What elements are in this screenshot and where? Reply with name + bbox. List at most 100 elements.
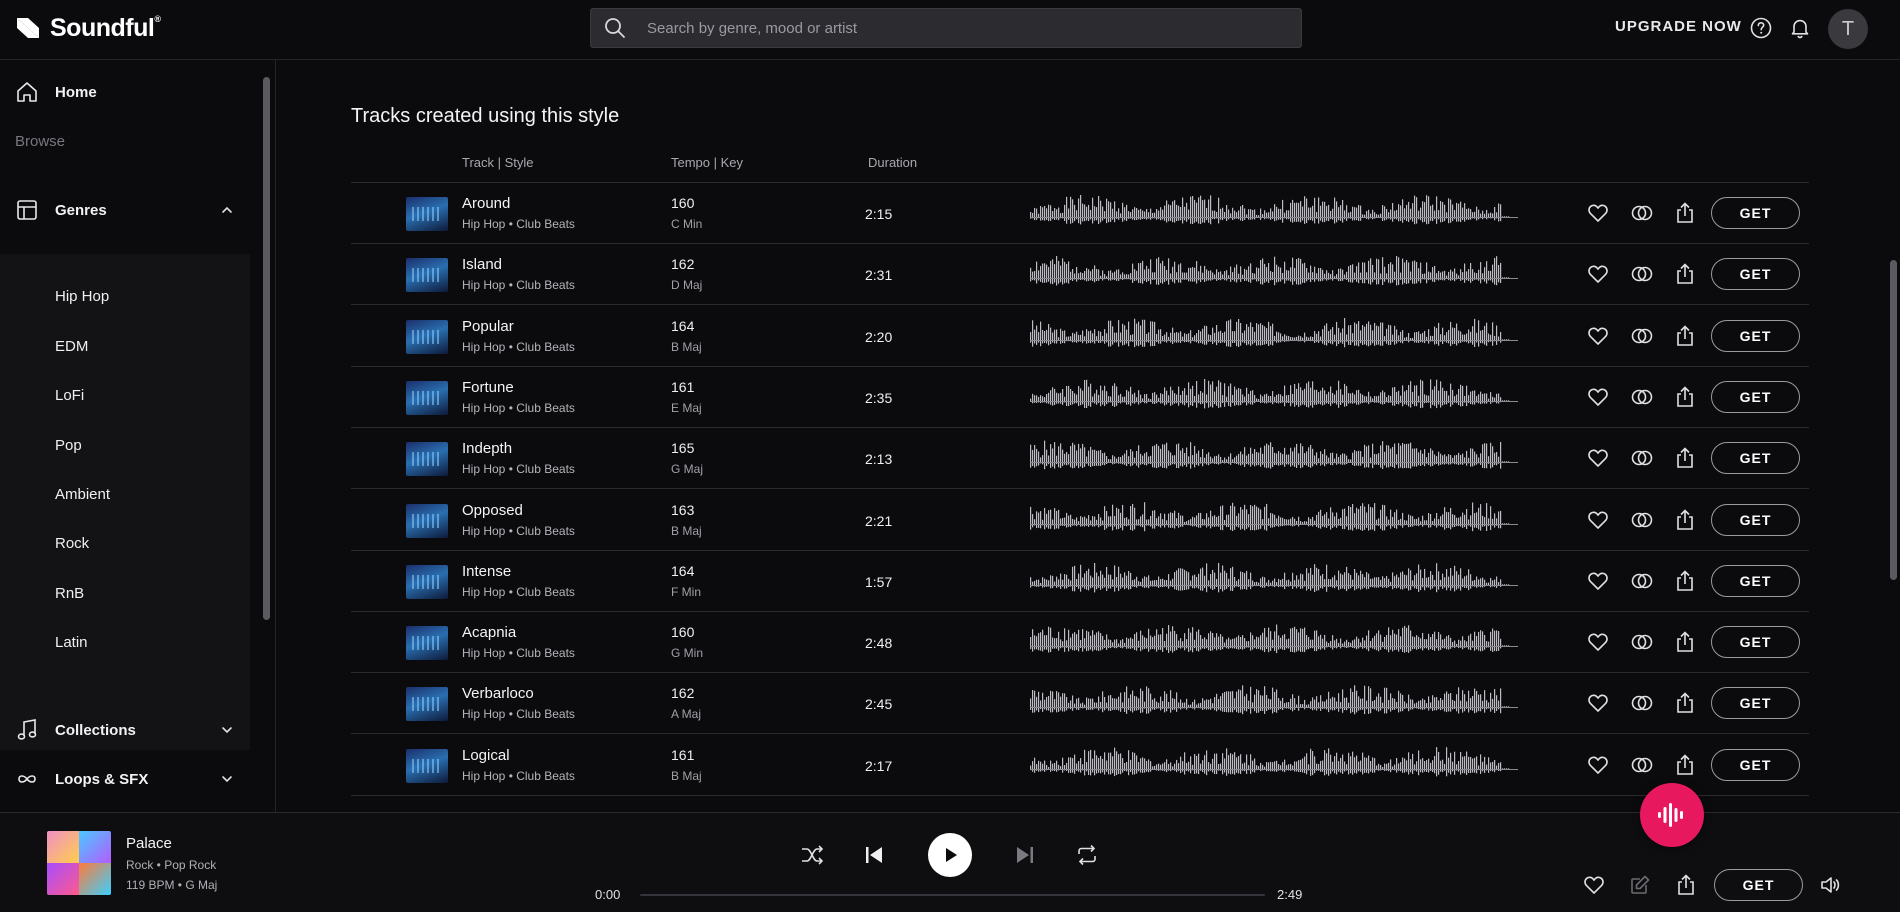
share-icon[interactable]: [1673, 262, 1697, 286]
share-icon[interactable]: [1673, 385, 1697, 409]
user-avatar[interactable]: T: [1828, 9, 1868, 49]
shuffle-icon[interactable]: [799, 842, 825, 868]
track-row[interactable]: Island Hip Hop • Club Beats 162 D Maj 2:31 GE…: [351, 244, 1809, 306]
track-artwork[interactable]: [406, 687, 448, 722]
share-icon[interactable]: [1673, 691, 1697, 715]
heart-icon[interactable]: [1586, 446, 1610, 470]
stems-icon[interactable]: [1630, 446, 1654, 470]
track-row[interactable]: Acapnia Hip Hop • Club Beats 160 G Min 2:48 G…: [351, 612, 1809, 674]
stems-icon[interactable]: [1630, 262, 1654, 286]
search-input[interactable]: [647, 19, 1247, 37]
track-row[interactable]: Intense Hip Hop • Club Beats 164 F Min 1:57 G…: [351, 551, 1809, 612]
track-waveform[interactable]: [1030, 685, 1518, 723]
heart-icon[interactable]: [1586, 691, 1610, 715]
get-button[interactable]: GET: [1711, 503, 1800, 536]
track-waveform[interactable]: [1030, 317, 1518, 356]
track-row[interactable]: Verbarloco Hip Hop • Club Beats 162 A Maj 2:…: [351, 673, 1809, 735]
share-icon[interactable]: [1673, 753, 1697, 777]
heart-icon[interactable]: [1586, 262, 1610, 286]
upgrade-now-button[interactable]: UPGRADE NOW: [1615, 18, 1742, 35]
track-waveform[interactable]: [1030, 440, 1518, 478]
genre-item-ambient[interactable]: Ambient: [55, 486, 110, 503]
column-header-track-style[interactable]: Track | Style: [462, 155, 534, 170]
chevron-up-icon[interactable]: [218, 201, 236, 219]
track-waveform[interactable]: [1030, 501, 1518, 540]
heart-icon[interactable]: [1586, 324, 1610, 348]
get-button[interactable]: GET: [1711, 319, 1800, 352]
share-icon[interactable]: [1673, 324, 1697, 348]
heart-icon[interactable]: [1586, 508, 1610, 532]
track-artwork[interactable]: [406, 197, 448, 231]
track-artwork[interactable]: [406, 258, 448, 293]
create-track-button[interactable]: [1640, 783, 1704, 847]
track-name[interactable]: Fortune: [462, 379, 514, 396]
get-button[interactable]: GET: [1711, 380, 1800, 413]
heart-icon[interactable]: [1586, 753, 1610, 777]
edit-icon[interactable]: [1628, 873, 1652, 897]
share-icon[interactable]: [1673, 569, 1697, 593]
get-button[interactable]: GET: [1711, 626, 1800, 659]
stems-icon[interactable]: [1630, 508, 1654, 532]
sidebar-item-genres[interactable]: Genres: [0, 190, 250, 230]
help-icon[interactable]: [1749, 16, 1773, 40]
now-playing-title[interactable]: Palace: [126, 835, 172, 852]
column-header-tempo-key[interactable]: Tempo | Key: [671, 155, 743, 170]
track-row[interactable]: Popular Hip Hop • Club Beats 164 B Maj 2:20 G…: [351, 306, 1809, 367]
track-name[interactable]: Opposed: [462, 502, 523, 519]
progress-slider[interactable]: [640, 894, 1265, 896]
stems-icon[interactable]: [1630, 201, 1654, 225]
repeat-icon[interactable]: [1074, 842, 1100, 868]
track-name[interactable]: Logical: [462, 747, 510, 764]
genre-item-pop[interactable]: Pop: [55, 437, 82, 454]
play-button[interactable]: [928, 833, 972, 877]
get-button[interactable]: GET: [1711, 687, 1800, 720]
stems-icon[interactable]: [1630, 691, 1654, 715]
heart-icon[interactable]: [1586, 569, 1610, 593]
sidebar-scrollbar[interactable]: [263, 77, 270, 620]
track-row[interactable]: Around Hip Hop • Club Beats 160 C Min 2:15 GE…: [351, 183, 1809, 244]
track-name[interactable]: Around: [462, 195, 510, 212]
track-waveform[interactable]: [1030, 624, 1518, 662]
track-row[interactable]: Logical Hip Hop • Club Beats 161 B Maj 2:17 G…: [351, 735, 1809, 796]
track-artwork[interactable]: [406, 748, 448, 783]
sidebar-item-collections[interactable]: Collections: [0, 710, 250, 750]
track-artwork[interactable]: [406, 626, 448, 661]
search-bar[interactable]: [590, 8, 1302, 48]
now-playing-artwork[interactable]: [47, 831, 111, 895]
track-name[interactable]: Verbarloco: [462, 685, 534, 702]
heart-icon[interactable]: [1586, 385, 1610, 409]
track-artwork[interactable]: [406, 442, 448, 477]
genre-item-hip-hop[interactable]: Hip Hop: [55, 288, 109, 305]
brand-logo[interactable]: Soundful®: [14, 13, 161, 43]
get-button[interactable]: GET: [1711, 197, 1800, 229]
share-icon[interactable]: [1674, 873, 1698, 897]
track-name[interactable]: Popular: [462, 318, 514, 335]
sidebar-item-loops-sfx[interactable]: Loops & SFX: [0, 759, 250, 799]
track-name[interactable]: Island: [462, 256, 502, 273]
track-artwork[interactable]: [406, 564, 448, 599]
track-artwork[interactable]: [406, 380, 448, 415]
stems-icon[interactable]: [1630, 569, 1654, 593]
heart-icon[interactable]: [1586, 201, 1610, 225]
genre-item-latin[interactable]: Latin: [55, 634, 88, 651]
stems-icon[interactable]: [1630, 630, 1654, 654]
share-icon[interactable]: [1673, 630, 1697, 654]
main-scrollbar[interactable]: [1890, 260, 1897, 580]
chevron-down-icon[interactable]: [218, 721, 236, 739]
track-waveform[interactable]: [1030, 195, 1518, 233]
sidebar-item-home[interactable]: Home: [0, 72, 250, 112]
genre-item-edm[interactable]: EDM: [55, 338, 88, 355]
bell-icon[interactable]: [1788, 16, 1812, 40]
track-artwork[interactable]: [406, 503, 448, 538]
stems-icon[interactable]: [1630, 753, 1654, 777]
get-button[interactable]: GET: [1711, 748, 1800, 781]
get-button[interactable]: GET: [1711, 564, 1800, 597]
previous-icon[interactable]: [861, 842, 887, 868]
column-header-duration[interactable]: Duration: [868, 155, 917, 170]
chevron-down-icon[interactable]: [218, 770, 236, 788]
heart-icon[interactable]: [1586, 630, 1610, 654]
volume-icon[interactable]: [1818, 873, 1842, 897]
track-row[interactable]: Indepth Hip Hop • Club Beats 165 G Maj 2:13 G…: [351, 428, 1809, 490]
get-button[interactable]: GET: [1711, 258, 1800, 291]
player-get-button[interactable]: GET: [1714, 869, 1803, 901]
